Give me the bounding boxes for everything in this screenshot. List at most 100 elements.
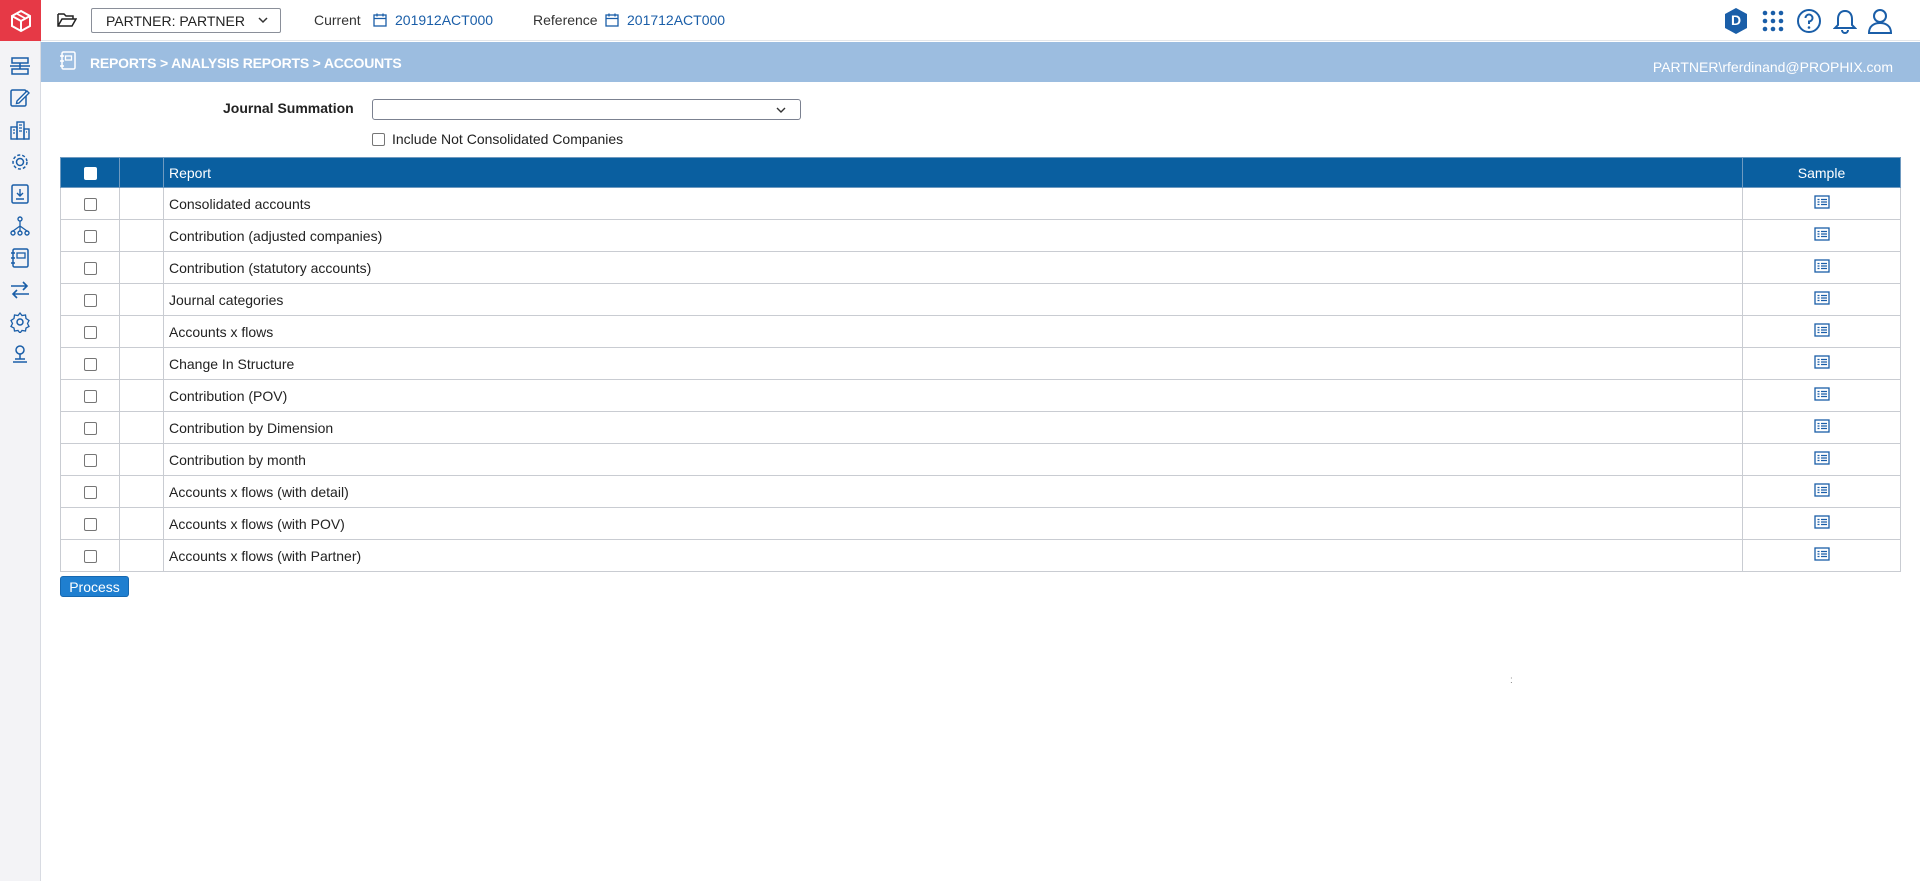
edit-icon[interactable] bbox=[8, 86, 32, 110]
report-name[interactable]: Contribution by month bbox=[163, 443, 1743, 476]
report-name[interactable]: Accounts x flows bbox=[163, 315, 1743, 348]
sample-cell bbox=[1742, 475, 1901, 508]
user-network-icon[interactable] bbox=[8, 342, 32, 366]
sample-report-icon[interactable] bbox=[1813, 419, 1830, 436]
row-select-cell bbox=[60, 251, 120, 284]
chevron-down-icon bbox=[256, 13, 270, 30]
table-row[interactable]: Contribution (POV) bbox=[60, 379, 1901, 412]
user-icon[interactable] bbox=[1867, 8, 1893, 34]
top-bar: PARTNER: PARTNER Current 201912ACT000 Re… bbox=[41, 0, 1920, 41]
table-header-row: Report Sample bbox=[60, 157, 1901, 188]
table-row[interactable]: Journal categories bbox=[60, 283, 1901, 316]
chevron-down-icon bbox=[774, 104, 788, 119]
sample-report-icon[interactable] bbox=[1813, 259, 1830, 276]
report-rows: Consolidated accounts Contribution (adjus… bbox=[60, 187, 1901, 572]
report-name[interactable]: Consolidated accounts bbox=[163, 187, 1743, 220]
breadcrumb[interactable]: REPORTS > ANALYSIS REPORTS > ACCOUNTS bbox=[90, 55, 402, 71]
table-row[interactable]: Accounts x flows (with POV) bbox=[60, 507, 1901, 540]
sample-report-icon[interactable] bbox=[1813, 387, 1830, 404]
sample-report-icon[interactable] bbox=[1813, 355, 1830, 372]
sample-report-icon[interactable] bbox=[1813, 451, 1830, 468]
admin-gear-icon[interactable] bbox=[8, 310, 32, 334]
sample-report-icon[interactable] bbox=[1813, 291, 1830, 308]
reports-book-icon[interactable] bbox=[8, 246, 32, 270]
apps-grid-icon[interactable] bbox=[1760, 8, 1786, 34]
row-checkbox[interactable] bbox=[83, 454, 97, 468]
report-name[interactable]: Contribution (POV) bbox=[163, 379, 1743, 412]
report-name[interactable]: Change In Structure bbox=[163, 347, 1743, 380]
current-period-value: 201912ACT000 bbox=[395, 12, 494, 28]
report-name[interactable]: Journal categories bbox=[163, 283, 1743, 316]
row-checkbox[interactable] bbox=[83, 326, 97, 340]
include-not-consolidated-checkbox[interactable] bbox=[372, 132, 385, 146]
transfer-arrows-icon[interactable] bbox=[8, 278, 32, 302]
current-period-link[interactable]: 201912ACT000 bbox=[373, 12, 493, 28]
journal-summation-select[interactable] bbox=[372, 99, 801, 120]
table-row[interactable]: Contribution (adjusted companies) bbox=[60, 219, 1901, 252]
sample-report-icon[interactable] bbox=[1813, 483, 1830, 500]
select-all-checkbox[interactable] bbox=[83, 167, 97, 181]
sample-cell bbox=[1742, 539, 1901, 572]
reference-period-value: 201712ACT000 bbox=[627, 12, 726, 28]
report-name[interactable]: Accounts x flows (with detail) bbox=[163, 475, 1743, 508]
row-select-cell bbox=[60, 187, 120, 220]
row-checkbox[interactable] bbox=[83, 294, 97, 308]
sample-cell bbox=[1742, 315, 1901, 348]
report-name[interactable]: Accounts x flows (with Partner) bbox=[163, 539, 1743, 572]
process-button[interactable]: Process bbox=[60, 576, 129, 597]
reports-table: Report Sample Consolidated accounts Contr… bbox=[60, 157, 1901, 572]
row-checkbox[interactable] bbox=[83, 230, 97, 244]
table-row[interactable]: Accounts x flows (with detail) bbox=[60, 475, 1901, 508]
table-row[interactable]: Change In Structure bbox=[60, 347, 1901, 380]
table-row[interactable]: Accounts x flows bbox=[60, 315, 1901, 348]
sample-report-icon[interactable] bbox=[1813, 515, 1830, 532]
sample-cell bbox=[1742, 443, 1901, 476]
sample-column-header[interactable]: Sample bbox=[1742, 157, 1901, 188]
include-not-consolidated-label: Include Not Consolidated Companies bbox=[392, 131, 624, 147]
table-row[interactable]: Contribution by month bbox=[60, 443, 1901, 476]
logged-in-user: PARTNER\rferdinand@PROPHIX.com bbox=[1652, 59, 1893, 75]
journal-download-icon[interactable] bbox=[8, 182, 32, 206]
row-checkbox[interactable] bbox=[83, 486, 97, 500]
sample-report-icon[interactable] bbox=[1813, 547, 1830, 564]
reference-period-link[interactable]: 201712ACT000 bbox=[605, 12, 725, 28]
sample-report-icon[interactable] bbox=[1813, 323, 1830, 340]
row-blank-cell bbox=[119, 411, 164, 444]
companies-icon[interactable] bbox=[8, 118, 32, 142]
bell-icon[interactable] bbox=[1832, 8, 1858, 34]
row-blank-cell bbox=[119, 475, 164, 508]
table-row[interactable]: Accounts x flows (with Partner) bbox=[60, 539, 1901, 572]
table-row[interactable]: Contribution by Dimension bbox=[60, 411, 1901, 444]
row-blank-cell bbox=[119, 379, 164, 412]
table-row[interactable]: Contribution (statutory accounts) bbox=[60, 251, 1901, 284]
cube-logo-icon[interactable] bbox=[0, 0, 41, 41]
workflow-icon[interactable] bbox=[8, 54, 32, 78]
report-name[interactable]: Contribution by Dimension bbox=[163, 411, 1743, 444]
help-icon[interactable] bbox=[1796, 8, 1822, 34]
row-blank-cell bbox=[119, 251, 164, 284]
row-checkbox[interactable] bbox=[83, 358, 97, 372]
report-name[interactable]: Accounts x flows (with POV) bbox=[163, 507, 1743, 540]
report-name[interactable]: Contribution (adjusted companies) bbox=[163, 219, 1743, 252]
report-column-header[interactable]: Report bbox=[163, 157, 1743, 188]
row-checkbox[interactable] bbox=[83, 262, 97, 276]
row-select-cell bbox=[60, 411, 120, 444]
row-checkbox[interactable] bbox=[83, 518, 97, 532]
settings-gear-icon[interactable] bbox=[8, 150, 32, 174]
report-name[interactable]: Contribution (statutory accounts) bbox=[163, 251, 1743, 284]
row-checkbox[interactable] bbox=[83, 550, 97, 564]
sample-report-icon[interactable] bbox=[1813, 227, 1830, 244]
reference-label: Reference bbox=[533, 12, 598, 28]
partner-select[interactable]: PARTNER: PARTNER bbox=[91, 8, 281, 33]
hierarchy-icon[interactable] bbox=[8, 214, 32, 238]
sample-cell bbox=[1742, 187, 1901, 220]
row-checkbox[interactable] bbox=[83, 390, 97, 404]
row-checkbox[interactable] bbox=[83, 198, 97, 212]
sample-report-icon[interactable] bbox=[1813, 195, 1830, 212]
row-checkbox[interactable] bbox=[83, 422, 97, 436]
folder-open-icon[interactable] bbox=[57, 11, 78, 31]
avatar-badge[interactable]: D bbox=[1723, 8, 1749, 34]
table-row[interactable]: Consolidated accounts bbox=[60, 187, 1901, 220]
calendar-icon bbox=[605, 13, 619, 27]
include-not-consolidated-row: Include Not Consolidated Companies bbox=[372, 131, 623, 147]
